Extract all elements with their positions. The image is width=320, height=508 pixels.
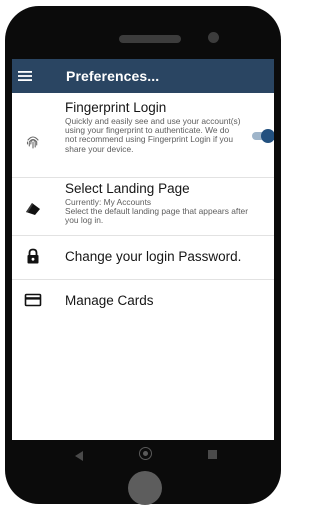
fingerprint-icon bbox=[26, 136, 39, 149]
recents-square-icon[interactable] bbox=[208, 450, 217, 459]
home-circle-icon[interactable] bbox=[139, 447, 152, 460]
credit-card-icon bbox=[24, 293, 42, 307]
system-navigation-bar bbox=[12, 440, 274, 472]
toggle-knob bbox=[261, 129, 274, 143]
fingerprint-login-title: Fingerprint Login bbox=[65, 100, 167, 115]
app-screen: Preferences... Fingerprint Login Quickly… bbox=[12, 59, 274, 440]
hamburger-menu-icon[interactable] bbox=[17, 68, 33, 84]
change-password-title: Change your login Password. bbox=[65, 249, 242, 264]
manage-cards-title: Manage Cards bbox=[65, 293, 154, 308]
setting-select-landing-page[interactable]: Select Landing Page Currently: My Accoun… bbox=[12, 177, 274, 236]
landing-page-description: Currently: My Accounts Select the defaul… bbox=[65, 197, 248, 226]
lock-icon bbox=[27, 248, 39, 264]
back-triangle-icon[interactable] bbox=[75, 451, 83, 461]
home-circle-dot bbox=[142, 450, 148, 456]
fingerprint-login-toggle[interactable] bbox=[252, 129, 274, 143]
setting-manage-cards[interactable]: Manage Cards bbox=[12, 279, 274, 323]
front-camera bbox=[208, 32, 219, 43]
physical-home-button[interactable] bbox=[128, 471, 162, 505]
landing-page-icon bbox=[26, 203, 40, 215]
fingerprint-login-description: Quickly and easily see and use your acco… bbox=[65, 116, 241, 154]
setting-fingerprint-login[interactable]: Fingerprint Login Quickly and easily see… bbox=[12, 93, 274, 178]
landing-page-title: Select Landing Page bbox=[65, 181, 190, 196]
app-bar: Preferences... bbox=[12, 59, 274, 93]
page-title: Preferences... bbox=[66, 68, 160, 84]
setting-change-password[interactable]: Change your login Password. bbox=[12, 235, 274, 280]
phone-speaker bbox=[119, 35, 181, 43]
